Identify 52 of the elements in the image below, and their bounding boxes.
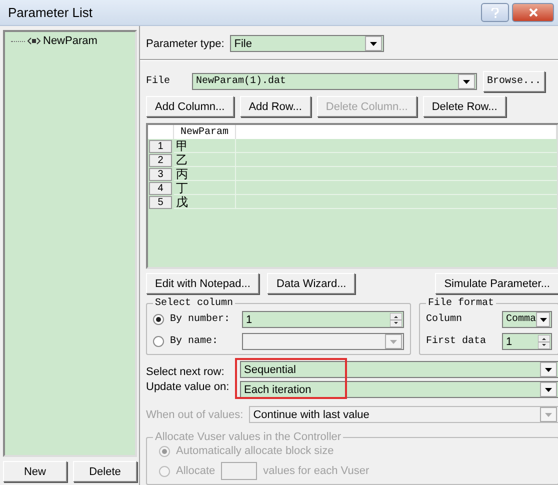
group-title: File format — [427, 298, 496, 309]
browse-button[interactable]: Browse... — [483, 71, 546, 92]
group-title: Allocate Vuser values in the Controller — [154, 431, 342, 443]
table-edit-button[interactable]: Add Row... — [240, 96, 311, 117]
table-cell: 乙 — [174, 153, 236, 167]
table-cell: 丁 — [174, 181, 236, 195]
table-cell: 甲 — [174, 139, 236, 153]
field-label: values for each Vuser — [263, 465, 370, 477]
group-title: Select column — [154, 298, 234, 309]
file-label: File — [146, 76, 172, 87]
row-number[interactable]: 2 — [149, 154, 172, 167]
field-label: Parameter type: — [146, 38, 224, 50]
number-field[interactable]: 1 — [242, 311, 404, 328]
column-header: NewParam — [174, 125, 236, 139]
action-button[interactable]: Simulate Parameter... — [435, 273, 558, 294]
action-button[interactable]: Delete — [73, 461, 137, 482]
parameter-icon — [27, 37, 41, 45]
radio-label: Automatically allocate block size — [176, 445, 334, 457]
table-cell: 丙 — [174, 167, 236, 181]
table-cell: 戊 — [174, 195, 236, 209]
row-number[interactable]: 5 — [149, 196, 172, 209]
filename-dropdown[interactable]: NewParam(1).dat — [192, 73, 477, 90]
table-edit-button[interactable]: Delete Row... — [422, 96, 506, 117]
action-button[interactable]: New — [3, 461, 67, 482]
radio-label: Allocate — [176, 465, 216, 477]
parameter-type-dropdown[interactable]: File — [230, 35, 384, 52]
name-dropdown[interactable] — [242, 333, 404, 350]
field-label: First data — [426, 336, 488, 347]
action-button[interactable]: Edit with Notepad... — [146, 273, 260, 294]
row-number[interactable]: 1 — [149, 140, 172, 153]
spinner-icon[interactable] — [538, 334, 550, 348]
action-button[interactable]: Data Wizard... — [267, 273, 356, 294]
field-label: When out of values: — [146, 408, 244, 420]
tree-item[interactable]: NewParam — [43, 35, 98, 47]
field-label: Update value on: — [146, 381, 230, 393]
close-icon[interactable] — [512, 3, 554, 22]
delimiter-dropdown[interactable]: Comma — [502, 311, 552, 328]
spinner-icon[interactable] — [390, 312, 402, 326]
radio-label: By name: — [170, 336, 220, 347]
row-number[interactable]: 4 — [149, 182, 172, 195]
first-data-field[interactable]: 1 — [502, 333, 552, 350]
table-edit-button[interactable]: Add Column... — [146, 96, 234, 117]
radio-button[interactable] — [153, 336, 164, 347]
select-next-row-dropdown[interactable]: Sequential — [240, 361, 558, 378]
radio-label: By number: — [170, 314, 232, 325]
help-icon[interactable] — [481, 3, 509, 22]
row-number[interactable]: 3 — [149, 168, 172, 181]
field-label: Column — [426, 314, 464, 325]
update-value-dropdown[interactable]: Each iteration — [240, 381, 558, 398]
radio-button[interactable] — [153, 314, 164, 325]
window-title: Parameter List — [8, 5, 94, 20]
field-label: Select next row: — [146, 366, 226, 378]
